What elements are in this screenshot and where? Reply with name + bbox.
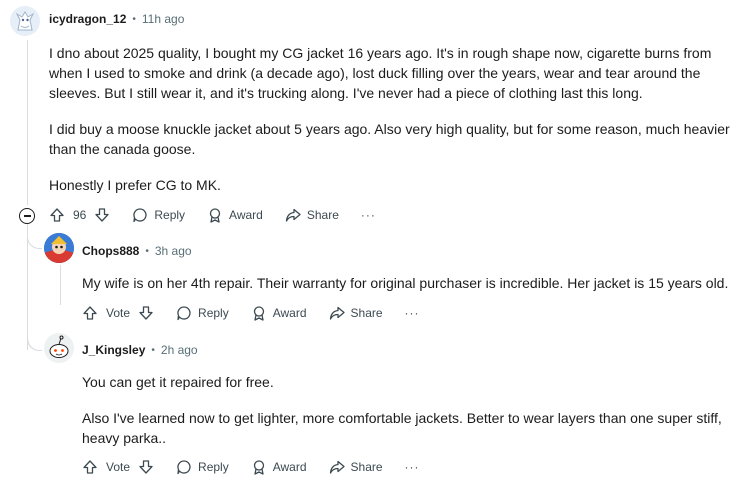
meta-separator: •	[145, 245, 149, 257]
share-button[interactable]: Share	[329, 305, 383, 321]
downvote-button[interactable]	[138, 305, 154, 321]
downvote-button[interactable]	[94, 207, 110, 223]
upvote-button[interactable]	[82, 305, 98, 321]
award-icon	[253, 460, 264, 475]
author-name[interactable]: Chops888	[82, 244, 139, 258]
award-label: Award	[272, 306, 307, 320]
comment-body: I dno about 2025 quality, I bought my CG…	[49, 43, 734, 195]
thread-line[interactable]	[27, 40, 28, 205]
default-snoo-avatar-icon	[44, 333, 74, 363]
vote-group: Vote	[82, 305, 154, 321]
thread-line[interactable]	[60, 265, 61, 305]
vote-label: Vote	[106, 306, 131, 320]
award-icon	[209, 208, 221, 223]
upvote-button[interactable]	[82, 459, 98, 475]
downvote-icon	[139, 460, 153, 474]
award-button[interactable]: Award	[251, 305, 307, 321]
comment-paragraph: Also I've learned now to get lighter, mo…	[82, 410, 722, 446]
thread-connector	[27, 322, 42, 351]
dragon-avatar-icon	[10, 6, 40, 36]
vote-group: Vote	[82, 459, 154, 475]
upvote-icon	[50, 208, 64, 222]
vote-group: 96	[49, 207, 110, 223]
award-button[interactable]: Award	[207, 207, 263, 223]
share-icon	[329, 460, 345, 474]
comment-icon	[133, 208, 147, 223]
more-options-button[interactable]: ···	[361, 208, 376, 222]
comment-header: Chops888 • 3h ago	[82, 244, 192, 258]
reply-label: Reply	[154, 208, 186, 222]
comment-body: My wife is on her 4th repair. Their warr…	[82, 273, 737, 293]
share-button[interactable]: Share	[285, 207, 339, 223]
reply-button[interactable]: Reply	[176, 305, 229, 321]
share-label: Share	[350, 460, 383, 474]
downvote-icon	[139, 306, 153, 320]
action-bar: Vote Reply Award Share ···	[82, 301, 420, 325]
comment-paragraph: I did buy a moose knuckle jacket about 5…	[49, 121, 730, 157]
comment-paragraph: I dno about 2025 quality, I bought my CG…	[49, 45, 712, 101]
avatar[interactable]	[44, 333, 74, 363]
author-name[interactable]: J_Kingsley	[82, 343, 145, 357]
more-options-button[interactable]: ···	[405, 460, 420, 474]
timestamp[interactable]: 3h ago	[155, 244, 192, 258]
comment-body: You can get it repaired for free. Also I…	[82, 372, 737, 448]
award-icon	[253, 306, 264, 321]
award-label: Award	[229, 208, 263, 222]
more-options-button[interactable]: ···	[405, 306, 420, 320]
meta-separator: •	[132, 13, 136, 25]
vote-count: 96	[73, 208, 87, 222]
comment-header: J_Kingsley • 2h ago	[82, 343, 198, 357]
share-label: Share	[306, 208, 339, 222]
comment-icon	[177, 460, 191, 475]
comment-paragraph: My wife is on her 4th repair. Their warr…	[82, 275, 729, 291]
share-icon	[329, 306, 345, 320]
upvote-icon	[83, 460, 97, 474]
share-label: Share	[350, 306, 383, 320]
author-name[interactable]: icydragon_12	[49, 12, 126, 26]
comment-paragraph: You can get it repaired for free.	[82, 374, 274, 390]
reply-label: Reply	[198, 306, 229, 320]
reply-button[interactable]: Reply	[176, 459, 229, 475]
award-button[interactable]: Award	[251, 459, 307, 475]
meta-separator: •	[151, 344, 155, 356]
timestamp[interactable]: 11h ago	[142, 12, 185, 26]
downvote-button[interactable]	[138, 459, 154, 475]
share-icon	[285, 208, 301, 222]
upvote-icon	[83, 306, 97, 320]
timestamp[interactable]: 2h ago	[161, 343, 198, 357]
snoo-avatar-icon	[44, 233, 74, 263]
comment-icon	[177, 306, 191, 321]
vote-label: Vote	[106, 460, 131, 474]
avatar[interactable]	[44, 233, 74, 263]
action-bar: 96 Reply Award Share ···	[49, 203, 376, 227]
collapse-button[interactable]	[19, 208, 35, 224]
comment-header: icydragon_12 • 11h ago	[49, 12, 184, 26]
comment-paragraph: Honestly I prefer CG to MK.	[49, 177, 221, 193]
upvote-button[interactable]	[49, 207, 65, 223]
avatar[interactable]	[10, 6, 40, 36]
action-bar: Vote Reply Award Share ···	[82, 455, 420, 479]
reply-label: Reply	[198, 460, 229, 474]
comment-thread: icydragon_12 • 11h ago I dno about 2025 …	[0, 0, 743, 480]
reply-button[interactable]: Reply	[132, 207, 185, 223]
share-button[interactable]: Share	[329, 459, 383, 475]
collapse-icon	[23, 215, 31, 217]
downvote-icon	[95, 208, 110, 222]
award-label: Award	[272, 460, 307, 474]
